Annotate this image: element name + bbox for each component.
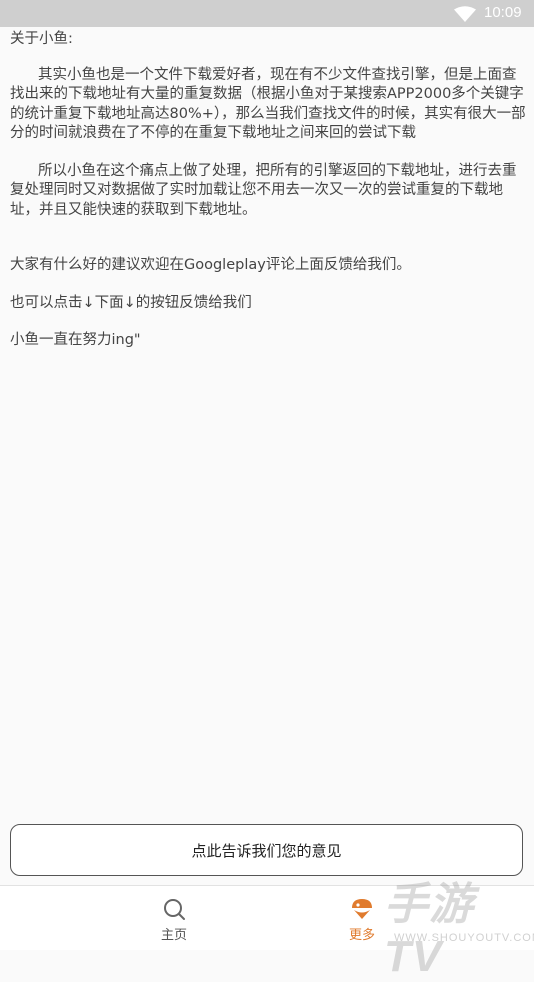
feedback-hint: 大家有什么好的建议欢迎在Googleplay评论上面反馈给我们。 — [10, 257, 411, 273]
tab-more[interactable]: 更多 — [302, 886, 422, 950]
feedback-button[interactable]: 点此告诉我们您的意见 — [10, 824, 523, 876]
tab-more-label: 更多 — [348, 928, 375, 943]
signature-line: 小鱼一直在努力ing" — [10, 332, 141, 348]
wifi-icon — [454, 6, 476, 22]
status-time: 10:09 — [484, 4, 522, 21]
about-content: 关于小鱼: 其实小鱼也是一个文件下载爱好者，现在有不少文件查找引擎，但是上面查找… — [10, 28, 526, 351]
bottom-tab-bar: 主页 更多 — [0, 885, 534, 950]
click-hint: 也可以点击↓下面↓的按钮反馈给我们 — [10, 294, 252, 311]
tab-home[interactable]: 主页 — [114, 886, 234, 950]
about-title: 关于小鱼: — [10, 31, 73, 47]
fish-icon — [352, 899, 372, 919]
search-icon — [164, 899, 185, 920]
tab-home-label: 主页 — [160, 928, 187, 943]
status-bar: 10:09 — [0, 0, 534, 27]
about-paragraph-2: 所以小鱼在这个痛点上做了处理，把所有的引擎返回的下载地址，进行去重复处理同时又对… — [10, 162, 517, 218]
about-paragraph-1: 其实小鱼也是一个文件下载爱好者，现在有不少文件查找引擎，但是上面查找出来的下载地… — [10, 66, 526, 142]
